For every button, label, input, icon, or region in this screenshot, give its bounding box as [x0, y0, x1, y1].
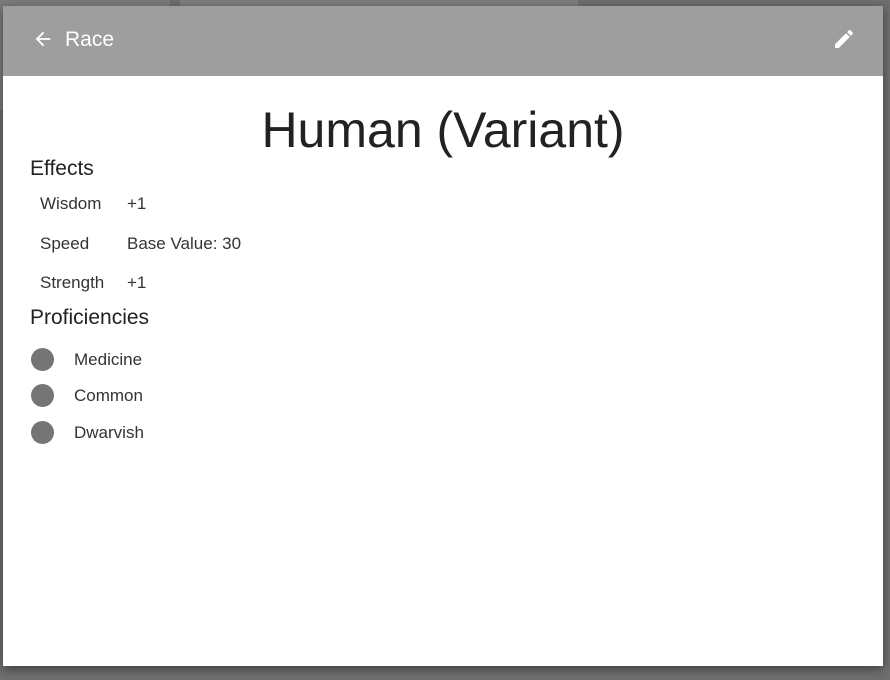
- proficiency-label: Dwarvish: [74, 423, 144, 442]
- app-bar: Race: [3, 6, 883, 76]
- effect-value: +1: [127, 273, 147, 292]
- back-button[interactable]: [29, 27, 57, 55]
- race-content: Human (Variant) Effects Wisdom +1 Speed …: [3, 76, 883, 666]
- proficiency-dot-icon: [31, 421, 54, 444]
- effect-name: Speed: [40, 234, 90, 253]
- race-dialog: Race Human (Variant) Effects Wisdom +1 S…: [3, 6, 883, 666]
- app-bar-title: Race: [65, 28, 115, 51]
- proficiency-label: Common: [74, 386, 143, 405]
- effect-name: Strength: [40, 273, 105, 292]
- arrow-left-icon: [32, 28, 54, 55]
- effect-value: +1: [127, 194, 147, 213]
- effect-name: Wisdom: [40, 194, 102, 213]
- pencil-icon: [832, 27, 856, 56]
- proficiencies-heading: Proficiencies: [30, 306, 150, 329]
- effects-heading: Effects: [30, 157, 94, 180]
- proficiency-dot-icon: [31, 384, 54, 407]
- proficiency-dot-icon: [31, 348, 54, 371]
- edit-button[interactable]: [829, 26, 859, 56]
- effect-value: Base Value: 30: [127, 234, 242, 253]
- page-title: Human (Variant): [261, 102, 625, 158]
- proficiency-label: Medicine: [74, 350, 143, 369]
